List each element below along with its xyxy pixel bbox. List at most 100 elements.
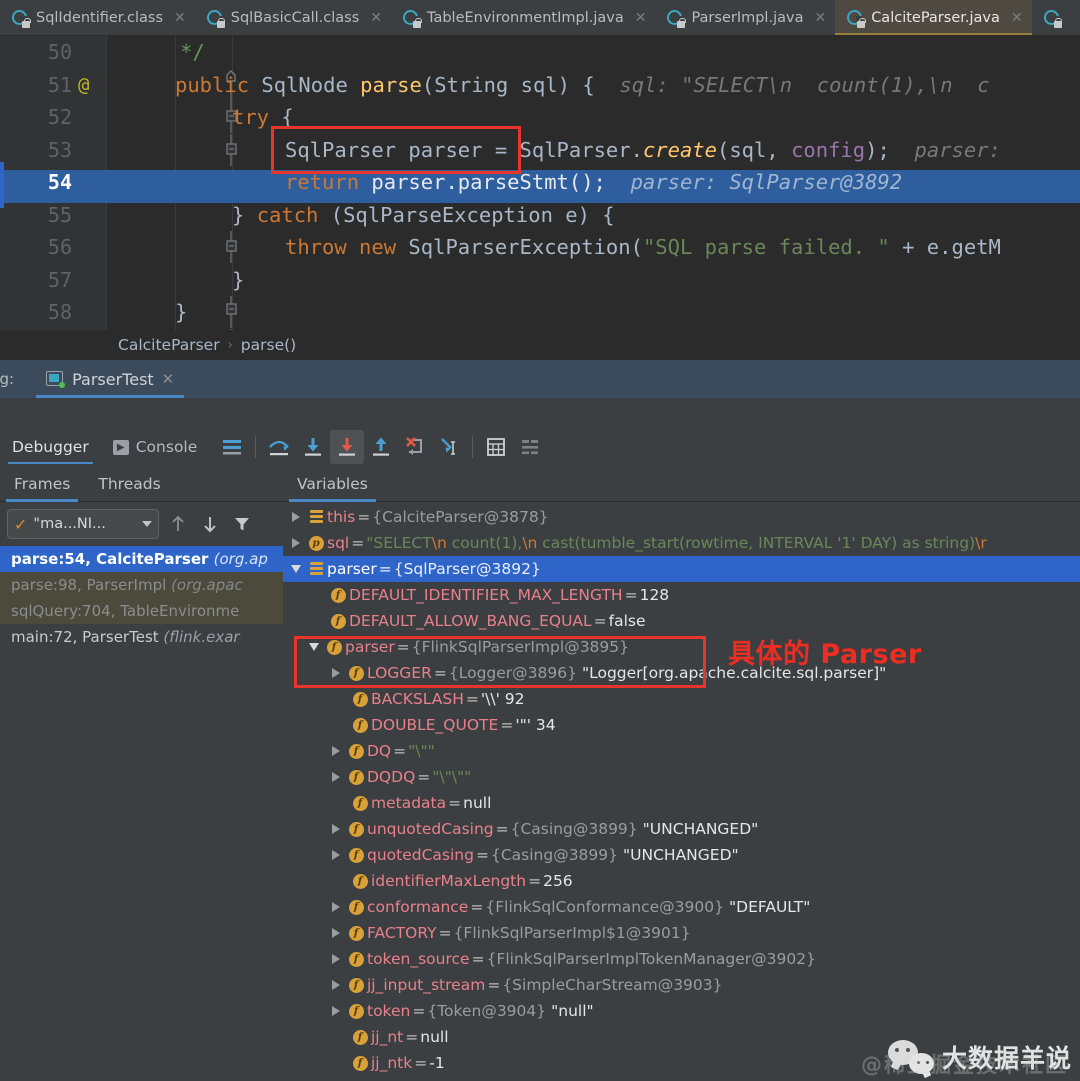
variable-row-dqdq[interactable]: f DQDQ = "\"\"" — [283, 764, 1080, 790]
fold-marker-icon[interactable] — [99, 296, 237, 345]
evaluate-expression-button[interactable] — [479, 430, 513, 464]
close-icon[interactable]: ✕ — [162, 370, 175, 388]
fold-marker-icon[interactable] — [99, 69, 238, 133]
variable-row-metadata[interactable]: f metadata = null — [283, 790, 1080, 816]
fold-marker-icon[interactable] — [99, 101, 238, 166]
step-out-button[interactable] — [364, 430, 398, 464]
variable-row-jj-input-stream[interactable]: f jj_input_stream = {SimpleCharStream@39… — [283, 972, 1080, 998]
frame-row[interactable]: main:72, ParserTest (flink.exar — [0, 624, 283, 650]
editor-tab-tableenvironmentimpl[interactable]: TableEnvironmentImpl.java ✕ — [391, 0, 656, 35]
variable-row-parser[interactable]: parser = {SqlParser@3892} — [283, 556, 1080, 582]
frame-row[interactable]: parse:54, CalciteParser (org.ap — [0, 546, 283, 572]
close-icon[interactable]: ✕ — [174, 10, 186, 26]
editor-tab-sqlbasiccall[interactable]: SqlBasicCall.class ✕ — [194, 0, 391, 35]
editor-tab-overflow[interactable] — [1031, 0, 1063, 35]
code-line[interactable]: 56 throw new SqlParserException("SQL par… — [0, 231, 1080, 264]
breadcrumb-method[interactable]: parse() — [241, 336, 296, 354]
show-execution-point-button[interactable] — [215, 430, 249, 464]
expand-collapse-icon[interactable] — [305, 634, 323, 660]
tab-threads[interactable]: Threads — [84, 466, 174, 502]
variable-row-default-allow-bang-equal[interactable]: f DEFAULT_ALLOW_BANG_EQUAL = false — [283, 608, 1080, 634]
fold-marker-icon[interactable] — [99, 264, 238, 328]
run-to-cursor-button[interactable] — [432, 430, 466, 464]
variable-row-token-source[interactable]: f token_source = {FlinkSqlParserImplToke… — [283, 946, 1080, 972]
code-editor[interactable]: 50 */ 51 @ public SqlNode parse(String s… — [0, 36, 1080, 360]
tab-frames[interactable]: Frames — [0, 466, 84, 502]
thread-selector-dropdown[interactable]: ✓ "ma...NI... — [7, 509, 159, 539]
code-line[interactable]: 52 try { — [0, 101, 1080, 166]
field-icon: f — [345, 743, 367, 759]
field-icon: f — [345, 925, 367, 941]
tab-debugger[interactable]: Debugger — [0, 428, 101, 466]
expand-collapse-icon[interactable] — [327, 842, 345, 868]
code-line[interactable]: 58 } — [0, 296, 1080, 345]
step-over-button[interactable] — [262, 430, 296, 464]
tab-variables[interactable]: Variables — [283, 466, 382, 502]
variable-row-identifier-max-length[interactable]: f identifierMaxLength = 256 — [283, 868, 1080, 894]
chevron-down-icon[interactable] — [142, 521, 152, 527]
frames-up-button[interactable] — [165, 510, 191, 538]
expand-collapse-icon[interactable] — [327, 998, 345, 1024]
breadcrumb-class[interactable]: CalciteParser — [118, 336, 220, 354]
variable-row-this[interactable]: this = {CalciteParser@3878} — [283, 504, 1080, 530]
variable-row-factory[interactable]: f FACTORY = {FlinkSqlParserImpl$1@3901} — [283, 920, 1080, 946]
variable-row-sql[interactable]: p sql = "SELECT\n count(1),\n cast(tumbl… — [283, 530, 1080, 556]
code-line[interactable]: 57 } — [0, 264, 1080, 328]
code-line-current[interactable]: 54 return parser.parseStmt(); parser: Sq… — [0, 166, 1080, 199]
code-line[interactable]: 51 @ public SqlNode parse(String sql) { … — [0, 69, 1080, 133]
equals-sign: = — [465, 690, 479, 708]
expand-collapse-icon[interactable] — [327, 764, 345, 790]
code-line[interactable]: 50 */ — [0, 36, 1080, 101]
expand-collapse-icon[interactable] — [327, 920, 345, 946]
close-icon[interactable]: ✕ — [814, 10, 826, 26]
variable-row-dq[interactable]: f DQ = "\"" — [283, 738, 1080, 764]
close-icon[interactable]: ✕ — [370, 10, 382, 26]
step-into-button[interactable] — [296, 430, 330, 464]
variable-row-token[interactable]: f token = {Token@3904} "null" — [283, 998, 1080, 1024]
frame-row[interactable]: sqlQuery:704, TableEnvironme — [0, 598, 283, 624]
code-line[interactable]: 55 } catch (SqlParseException e) { — [0, 199, 1080, 263]
variable-row-conformance[interactable]: f conformance = {FlinkSqlConformance@390… — [283, 894, 1080, 920]
force-step-into-button[interactable] — [330, 430, 365, 464]
editor-tab-parserimpl[interactable]: ParserImpl.java ✕ — [655, 0, 836, 35]
debug-session-tab-parsertest[interactable]: ParserTest ✕ — [36, 360, 185, 398]
variable-row-quoted-casing[interactable]: f quotedCasing = {Casing@3899} "UNCHANGE… — [283, 842, 1080, 868]
settings-button[interactable] — [513, 430, 547, 464]
variable-row-logger[interactable]: f LOGGER = {Logger@3896} "Logger[org.apa… — [283, 660, 1080, 686]
expand-collapse-icon[interactable] — [327, 660, 345, 686]
expand-collapse-icon[interactable] — [287, 504, 305, 530]
editor-tab-calciteparser[interactable]: CalciteParser.java ✕ — [835, 0, 1033, 35]
expand-collapse-icon[interactable] — [287, 556, 305, 582]
variable-row-unquoted-casing[interactable]: f unquotedCasing = {Casing@3899} "UNCHAN… — [283, 816, 1080, 842]
annotation-gutter-icon[interactable]: @ — [78, 69, 89, 102]
expand-collapse-icon[interactable] — [287, 530, 305, 556]
editor-tab-sqlidentifier[interactable]: SqlIdentifier.class ✕ — [0, 0, 195, 35]
frame-signature: parse:98, ParserImpl — [11, 576, 167, 594]
expand-collapse-icon[interactable] — [327, 946, 345, 972]
code-lines[interactable]: 50 */ 51 @ public SqlNode parse(String s… — [0, 36, 1080, 360]
close-icon[interactable]: ✕ — [1011, 10, 1023, 26]
keyword-public: public — [175, 72, 250, 97]
variables-tree[interactable]: this = {CalciteParser@3878} p sql = "SEL… — [283, 502, 1080, 1076]
expand-collapse-icon[interactable] — [327, 816, 345, 842]
equals-sign: = — [378, 560, 392, 578]
tab-threads-label: Threads — [98, 474, 161, 493]
expand-collapse-icon[interactable] — [327, 894, 345, 920]
variable-row-nested-parser[interactable]: f parser = {FlinkSqlParserImpl@3895} — [283, 634, 1080, 660]
frames-list[interactable]: parse:54, CalciteParser (org.ap parse:98… — [0, 546, 283, 650]
tab-console[interactable]: ▶ Console — [101, 428, 210, 466]
variable-row-double-quote[interactable]: f DOUBLE_QUOTE = '"' 34 — [283, 712, 1080, 738]
variable-row-default-identifier-max-length[interactable]: f DEFAULT_IDENTIFIER_MAX_LENGTH = 128 — [283, 582, 1080, 608]
variable-row-backslash[interactable]: f BACKSLASH = '\\' 92 — [283, 686, 1080, 712]
frames-filter-button[interactable] — [229, 510, 255, 538]
close-icon[interactable]: ✕ — [635, 10, 647, 26]
drop-frame-button[interactable] — [398, 430, 432, 464]
fold-marker-icon[interactable] — [99, 36, 237, 101]
frame-row[interactable]: parse:98, ParserImpl (org.apac — [0, 572, 283, 598]
fold-marker-icon[interactable] — [99, 199, 238, 263]
expand-collapse-icon[interactable] — [327, 738, 345, 764]
breadcrumb[interactable]: CalciteParser › parse() — [0, 330, 1080, 360]
code-line[interactable]: 53 SqlParser parser = SqlParser.create(s… — [0, 134, 1080, 167]
expand-collapse-icon[interactable] — [327, 972, 345, 998]
frames-down-button[interactable] — [197, 510, 223, 538]
